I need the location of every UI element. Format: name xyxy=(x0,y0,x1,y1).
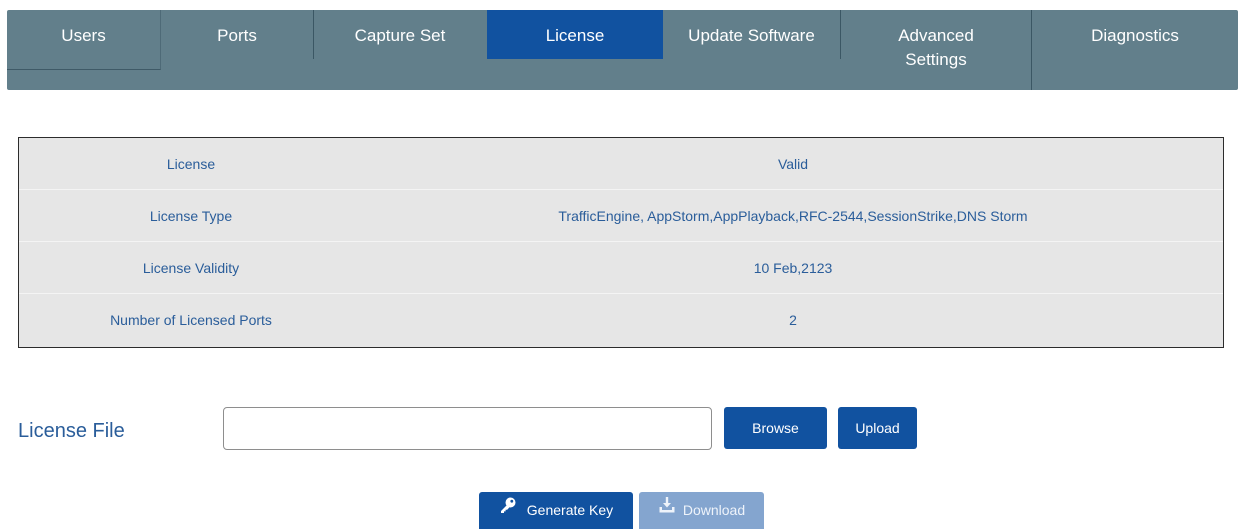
download-icon xyxy=(658,491,676,528)
generate-key-label: Generate Key xyxy=(526,502,614,518)
download-label: Download xyxy=(682,502,746,518)
tab-advanced-settings-label-line2: Settings xyxy=(905,50,967,69)
tab-update-software[interactable]: Update Software xyxy=(663,10,841,59)
license-status-value: Valid xyxy=(777,156,809,172)
tab-users[interactable]: Users xyxy=(7,10,161,70)
key-icon xyxy=(499,491,517,528)
tab-license[interactable]: License xyxy=(487,10,663,59)
tab-update-software-label: Update Software xyxy=(688,26,815,45)
tab-diagnostics-label: Diagnostics xyxy=(1091,26,1179,45)
tab-diagnostics[interactable]: Diagnostics xyxy=(1031,10,1238,90)
browse-button[interactable]: Browse xyxy=(724,407,827,449)
license-type-value: TrafficEngine, AppStorm,AppPlayback,RFC-… xyxy=(558,208,1028,224)
license-file-input[interactable] xyxy=(223,407,712,450)
tab-ports-label: Ports xyxy=(217,26,257,45)
tab-advanced-settings[interactable]: Advanced Settings xyxy=(841,10,1031,90)
tab-users-label: Users xyxy=(61,26,106,45)
download-button[interactable]: Download xyxy=(639,492,764,529)
table-row: License Valid xyxy=(19,138,1223,190)
tab-license-label: License xyxy=(545,26,605,45)
upload-button[interactable]: Upload xyxy=(838,407,917,449)
tab-capture-set[interactable]: Capture Set xyxy=(313,10,487,70)
license-validity-label: License Validity xyxy=(142,260,240,276)
table-row: Number of Licensed Ports 2 xyxy=(19,294,1223,346)
tab-capture-set-label: Capture Set xyxy=(354,26,446,45)
license-file-label: License File xyxy=(18,420,125,442)
generate-key-button[interactable]: Generate Key xyxy=(479,492,633,529)
licensed-ports-value: 2 xyxy=(789,312,797,328)
table-row: License Type TrafficEngine, AppStorm,App… xyxy=(19,190,1223,242)
license-info-table: License Valid License Type TrafficEngine… xyxy=(18,137,1224,348)
license-validity-value: 10 Feb,2123 xyxy=(753,260,833,276)
license-page: Users Ports Capture Set License Update S… xyxy=(0,0,1242,529)
licensed-ports-label: Number of Licensed Ports xyxy=(110,312,272,328)
tab-ports[interactable]: Ports xyxy=(161,10,313,70)
tab-advanced-settings-label-line1: Advanced xyxy=(898,26,974,45)
license-status-label: License xyxy=(166,156,216,172)
settings-tab-bar: Users Ports Capture Set License Update S… xyxy=(7,10,1238,90)
table-row: License Validity 10 Feb,2123 xyxy=(19,242,1223,294)
license-type-label: License Type xyxy=(149,208,233,224)
